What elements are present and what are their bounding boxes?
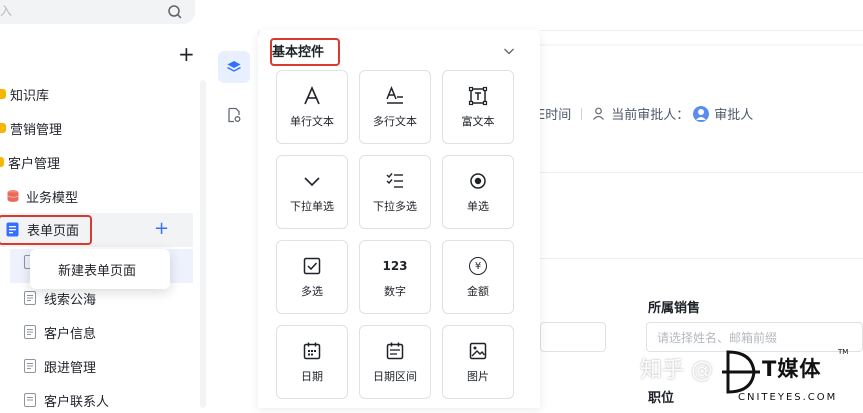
highlight-box	[270, 38, 340, 66]
yen-icon: ¥	[469, 257, 487, 275]
watermark-brand: T媒体	[762, 357, 822, 381]
component-label: 数字	[384, 285, 406, 298]
approver-value: 审批人	[714, 108, 754, 123]
search-placeholder: 入	[0, 4, 13, 18]
field-label-sales: 所属销售	[648, 301, 701, 316]
component-radio[interactable]: 单选	[442, 155, 514, 229]
sidebar-item-knowledge[interactable]: 知识库	[0, 81, 49, 107]
component-dropdown-multi[interactable]: 下拉多选	[359, 155, 431, 229]
calendar-icon	[303, 342, 321, 360]
sidebar-item-label: 客户管理	[8, 156, 61, 172]
add-page-button[interactable]: +	[154, 219, 169, 239]
sidebar-item-label: 营销管理	[10, 122, 63, 138]
toolbar-strip	[210, 30, 259, 408]
database-icon	[7, 190, 19, 202]
multiline-text-icon	[386, 86, 403, 104]
component-date-range[interactable]: 日期区间	[359, 325, 431, 399]
approval-meta: E时间 当前审批人： 审批人	[537, 104, 753, 123]
doc-icon	[24, 291, 36, 305]
component-number[interactable]: 123 数字	[359, 240, 431, 314]
page-settings-icon	[228, 107, 241, 123]
sidebar-item-customer[interactable]: 客户管理	[0, 149, 60, 175]
component-label: 日期	[301, 370, 323, 383]
chevron-down-icon[interactable]	[502, 44, 516, 58]
doc-icon	[24, 359, 36, 373]
sidebar-item-label: 客户联系人	[44, 394, 110, 410]
divider	[540, 30, 863, 31]
component-label: 多选	[301, 285, 323, 298]
doc-icon	[24, 325, 36, 339]
component-amount[interactable]: ¥ 金额	[442, 240, 514, 314]
date-range-icon	[386, 342, 404, 360]
checkbox-icon	[303, 257, 321, 275]
divider	[540, 172, 863, 173]
sidebar-item-label: 跟进管理	[44, 360, 97, 376]
component-label: 日期区间	[373, 370, 417, 383]
watermark-text: 知乎 @	[640, 358, 713, 383]
divider	[540, 44, 863, 46]
sidebar-item-label: 业务模型	[26, 190, 79, 206]
component-dropdown-single[interactable]: 下拉单选	[276, 155, 348, 229]
components-tab[interactable]	[218, 51, 250, 83]
component-multi-line-text[interactable]: 多行文本	[359, 70, 431, 144]
component-date[interactable]: 日期	[276, 325, 348, 399]
sidebar-item-business-model[interactable]: 业务模型	[6, 183, 78, 209]
component-label: 图片	[467, 370, 489, 383]
doc-icon	[24, 393, 36, 407]
meta-time: E时间	[537, 108, 572, 123]
field-label-position: 职位	[648, 391, 675, 406]
search-icon[interactable]	[167, 4, 183, 20]
component-single-line-text[interactable]: 单行文本	[276, 70, 348, 144]
folder-icon	[0, 89, 6, 99]
component-label: 多行文本	[373, 115, 417, 128]
sidebar-item-customer-info[interactable]: 客户信息	[24, 319, 96, 345]
highlight-box	[0, 215, 92, 245]
number-icon: 123	[382, 259, 408, 273]
sidebar-item-contacts[interactable]: 客户联系人	[24, 387, 109, 413]
component-checkbox[interactable]: 多选	[276, 240, 348, 314]
scrollbar[interactable]	[200, 80, 206, 408]
chevron-down-icon	[304, 177, 320, 187]
sidebar-item-label: 线索公海	[44, 292, 97, 308]
component-label: 金额	[467, 285, 489, 298]
watermark-tm: TM	[838, 348, 849, 356]
separator	[581, 107, 583, 120]
component-panel: 基本控件 单行文本 多行文本 富文本 下拉单选 下拉多选 单选 多选 123 数…	[258, 30, 540, 408]
sidebar-item-label: 客户信息	[44, 326, 97, 342]
add-button[interactable]: +	[178, 44, 195, 64]
component-image[interactable]: 图片	[442, 325, 514, 399]
component-rich-text[interactable]: 富文本	[442, 70, 514, 144]
component-label: 下拉单选	[290, 200, 334, 213]
component-label: 富文本	[461, 115, 495, 128]
folder-icon	[0, 123, 6, 133]
text-input[interactable]	[540, 322, 606, 352]
component-label: 下拉多选	[373, 200, 417, 213]
watermark-sub: CNITEYES.COM	[738, 392, 838, 403]
rich-text-icon	[468, 86, 488, 106]
divider	[540, 258, 863, 259]
component-label: 单选	[467, 200, 489, 213]
folder-icon	[0, 157, 4, 167]
radio-icon	[470, 173, 486, 189]
avatar	[693, 105, 710, 122]
search-input[interactable]: 入	[0, 0, 195, 24]
layers-icon	[227, 61, 241, 72]
sidebar: 入 + 知识库 营销管理 客户管理 业务模型 表单页面 + 线索公海 客户信息 …	[0, 0, 210, 410]
component-label: 单行文本	[290, 115, 334, 128]
sidebar-item-marketing[interactable]: 营销管理	[0, 115, 62, 141]
approver-label: 当前审批人：	[611, 108, 690, 123]
outline-tab[interactable]	[218, 99, 250, 131]
sidebar-item-label: 知识库	[10, 88, 50, 104]
sidebar-item-follow-up[interactable]: 跟进管理	[24, 353, 96, 379]
checklist-icon	[386, 173, 403, 188]
sales-placeholder: 请选择姓名、邮箱前缀	[657, 330, 778, 345]
popup-label: 新建表单页面	[58, 263, 137, 279]
text-a-icon	[304, 86, 320, 105]
image-icon	[469, 342, 487, 360]
user-icon	[593, 107, 605, 120]
new-form-page-menu-item[interactable]: 新建表单页面	[30, 249, 170, 289]
